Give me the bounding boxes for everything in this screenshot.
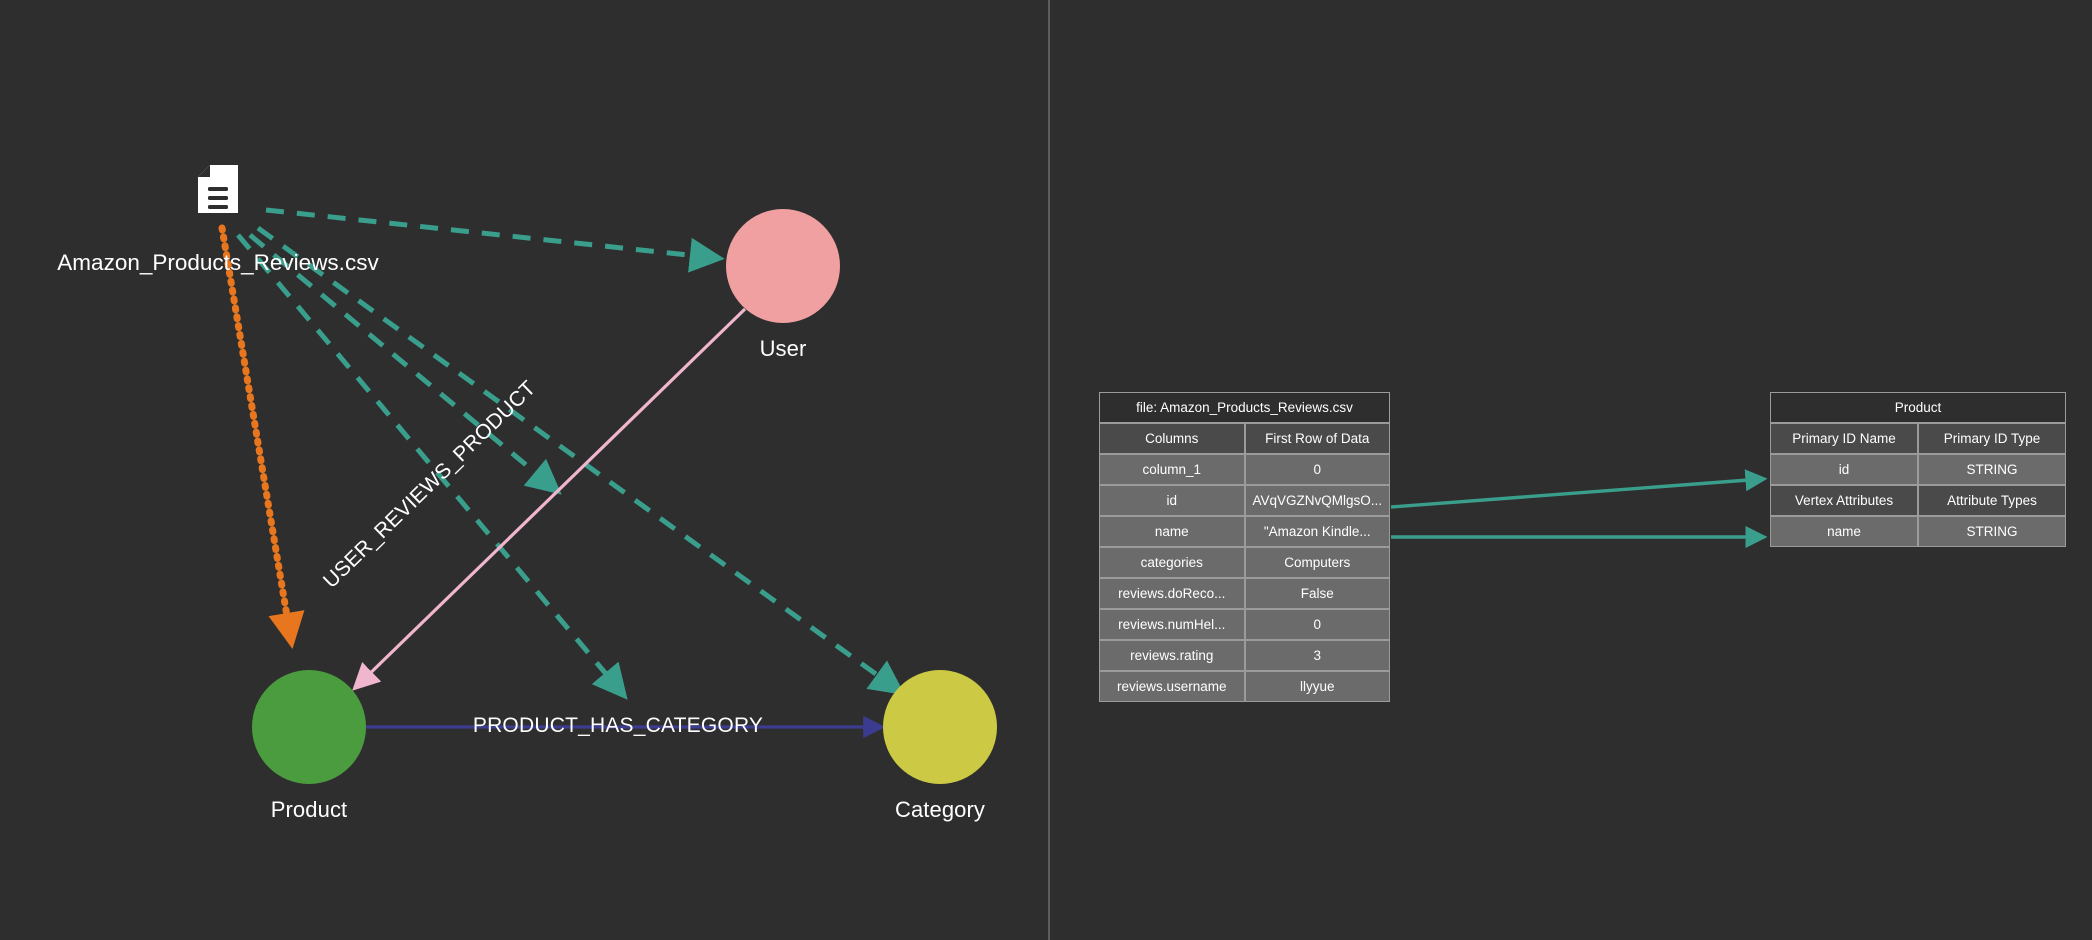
file-column-value: AVqVGZNvQMlgsO...	[1244, 485, 1390, 516]
product-table-title-row: Product	[1770, 392, 2066, 423]
file-column-value: 0	[1244, 454, 1390, 485]
file-column-name: column_1	[1099, 454, 1245, 485]
product-table-primary-header-row: Primary ID Name Primary ID Type	[1770, 423, 2066, 454]
csv-file-label: Amazon_Products_Reviews.csv	[57, 250, 379, 275]
csv-file-icon[interactable]	[194, 163, 242, 215]
file-table-header-first-row: First Row of Data	[1244, 423, 1390, 454]
graph-node-label-category: Category	[894, 797, 986, 822]
file-table-title: file: Amazon_Products_Reviews.csv	[1099, 392, 1390, 423]
graph-node-label-user: User	[759, 336, 807, 361]
app-root: Amazon_Products_Reviews.csv User Product…	[0, 0, 2092, 940]
file-column-name: name	[1099, 516, 1245, 547]
file-column-value: 0	[1244, 609, 1390, 640]
file-table-header-columns: Columns	[1099, 423, 1245, 454]
product-primary-id-type: STRING	[1918, 454, 2066, 485]
product-primary-id-name-header: Primary ID Name	[1770, 423, 1918, 454]
file-column-value: llyyue	[1244, 671, 1390, 702]
file-columns-table[interactable]: file: Amazon_Products_Reviews.csv Column…	[1099, 392, 1390, 702]
file-table-title-row: file: Amazon_Products_Reviews.csv	[1099, 392, 1390, 423]
product-attribute-type: STRING	[1918, 516, 2066, 547]
file-column-value: "Amazon Kindle...	[1244, 516, 1390, 547]
table-row[interactable]: name "Amazon Kindle...	[1099, 516, 1390, 547]
mapping-edge-csv-to-product[interactable]	[218, 224, 305, 649]
file-column-name: categories	[1099, 547, 1245, 578]
table-row[interactable]: categories Computers	[1099, 547, 1390, 578]
schema-panel[interactable]: file: Amazon_Products_Reviews.csv Column…	[1050, 0, 2092, 940]
file-column-name: reviews.rating	[1099, 640, 1245, 671]
graph-node-label-product: Product	[270, 797, 348, 822]
table-row[interactable]: id STRING	[1770, 454, 2066, 485]
product-table-attributes-header-row: Vertex Attributes Attribute Types	[1770, 485, 2066, 516]
product-vertex-attributes-header: Vertex Attributes	[1770, 485, 1918, 516]
product-table-title: Product	[1770, 392, 2066, 423]
file-column-name: reviews.username	[1099, 671, 1245, 702]
graph-canvas	[218, 207, 997, 784]
table-row[interactable]: name STRING	[1770, 516, 2066, 547]
table-row[interactable]: reviews.doReco... False	[1099, 578, 1390, 609]
table-row[interactable]: reviews.username llyyue	[1099, 671, 1390, 702]
graph-node-product[interactable]	[252, 670, 366, 784]
file-column-name: reviews.numHel...	[1099, 609, 1245, 640]
product-primary-id-name: id	[1770, 454, 1918, 485]
product-schema-table[interactable]: Product Primary ID Name Primary ID Type …	[1770, 392, 2066, 547]
table-row[interactable]: id AVqVGZNvQMlgsO...	[1099, 485, 1390, 516]
graph-node-user[interactable]	[726, 209, 840, 323]
file-column-name: id	[1099, 485, 1245, 516]
file-table-header-row: Columns First Row of Data	[1099, 423, 1390, 454]
graph-edge-label-product-has-category: PRODUCT_HAS_CATEGORY	[472, 714, 764, 737]
file-column-value: Computers	[1244, 547, 1390, 578]
product-attribute-name: name	[1770, 516, 1918, 547]
graph-panel[interactable]: Amazon_Products_Reviews.csv User Product…	[0, 0, 1048, 940]
mapping-edge-csv-to-product-has-category[interactable]	[236, 233, 628, 700]
file-column-value: 3	[1244, 640, 1390, 671]
table-row[interactable]: column_1 0	[1099, 454, 1390, 485]
schema-link-id[interactable]	[1390, 469, 1768, 509]
graph-node-category[interactable]	[883, 670, 997, 784]
table-row[interactable]: reviews.numHel... 0	[1099, 609, 1390, 640]
file-column-value: False	[1244, 578, 1390, 609]
product-attribute-types-header: Attribute Types	[1918, 485, 2066, 516]
product-primary-id-type-header: Primary ID Type	[1918, 423, 2066, 454]
table-row[interactable]: reviews.rating 3	[1099, 640, 1390, 671]
file-column-name: reviews.doReco...	[1099, 578, 1245, 609]
